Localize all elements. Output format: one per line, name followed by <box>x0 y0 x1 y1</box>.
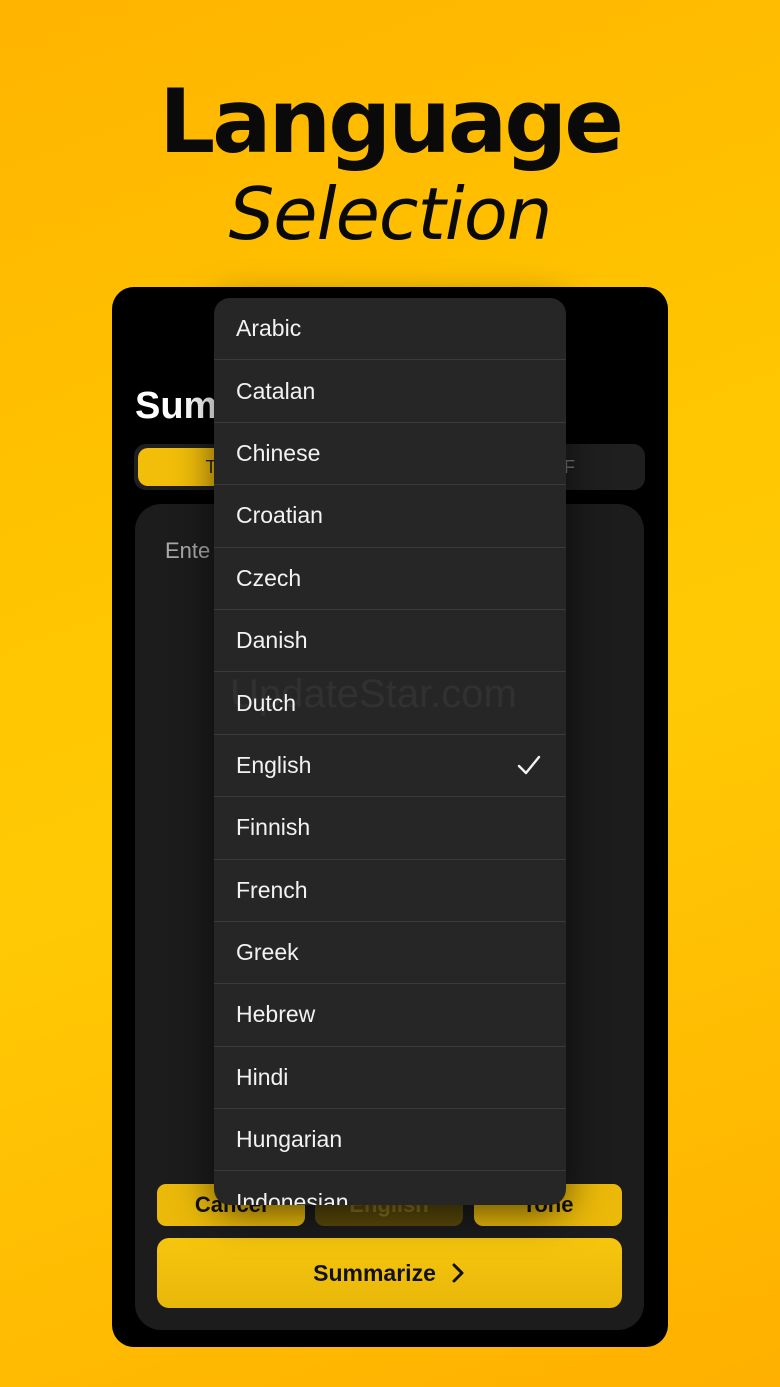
language-option-czech[interactable]: Czech <box>214 548 566 610</box>
language-option-label: Danish <box>236 627 308 654</box>
hero-title: Language <box>159 70 624 173</box>
language-option-label: Indonesian <box>236 1188 349 1205</box>
language-option-indonesian[interactable]: Indonesian <box>214 1171 566 1205</box>
language-option-french[interactable]: French <box>214 860 566 922</box>
language-option-finnish[interactable]: Finnish <box>214 797 566 860</box>
language-option-croatian[interactable]: Croatian <box>214 485 566 548</box>
language-option-label: Hungarian <box>236 1126 343 1153</box>
text-input[interactable]: Ente <box>165 538 210 564</box>
language-option-catalan[interactable]: Catalan <box>214 360 566 423</box>
summarize-button[interactable]: Summarize <box>157 1238 622 1308</box>
language-option-label: Catalan <box>236 377 316 404</box>
language-option-chinese[interactable]: Chinese <box>214 423 566 486</box>
summarize-label: Summarize <box>313 1259 436 1286</box>
language-option-label: French <box>236 876 308 903</box>
language-option-label: Finnish <box>236 814 311 841</box>
language-option-arabic[interactable]: Arabic <box>214 298 566 361</box>
language-option-label: Dutch <box>236 689 297 716</box>
language-dropdown: Arabic Catalan Chinese Croatian Czech Danish D… <box>214 298 566 1205</box>
language-option-english[interactable]: English <box>214 735 566 798</box>
language-option-label: Hebrew <box>236 1001 316 1028</box>
language-option-label: Chinese <box>236 439 321 466</box>
language-option-label: Croatian <box>236 502 323 529</box>
language-option-hindi[interactable]: Hindi <box>214 1047 566 1110</box>
language-option-label: Czech <box>236 564 302 591</box>
language-option-label: Hindi <box>236 1063 289 1090</box>
language-option-list: Arabic Catalan Chinese Croatian Czech Danish D… <box>214 298 566 1205</box>
hero-subtitle: Selection <box>228 172 553 256</box>
language-option-label: English <box>236 751 312 778</box>
language-option-hebrew[interactable]: Hebrew <box>214 984 566 1047</box>
checkmark-icon <box>517 756 541 775</box>
language-option-greek[interactable]: Greek <box>214 922 566 985</box>
language-option-label: Arabic <box>236 315 302 342</box>
language-option-danish[interactable]: Danish <box>214 610 566 673</box>
language-option-dutch[interactable]: Dutch <box>214 672 566 735</box>
page-title: Sum <box>135 385 218 427</box>
chevron-right-icon <box>452 1263 464 1283</box>
language-option-hungarian[interactable]: Hungarian <box>214 1109 566 1172</box>
language-option-label: Greek <box>236 939 299 966</box>
